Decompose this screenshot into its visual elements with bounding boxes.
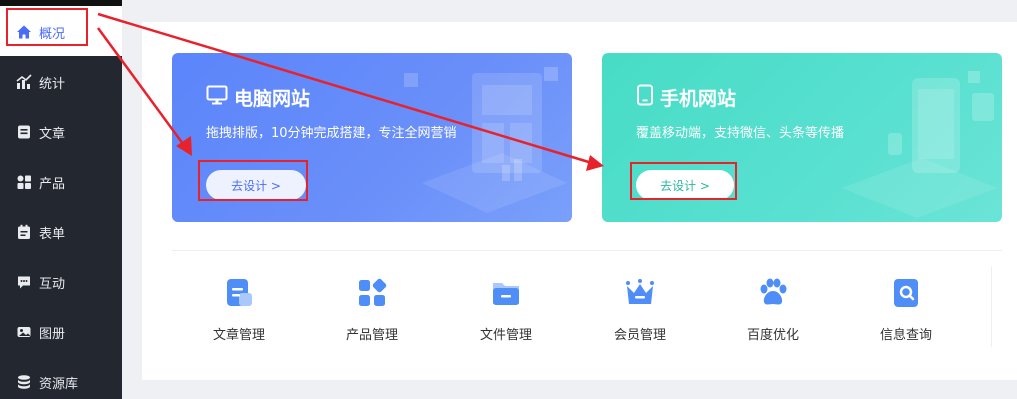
pc-card-description: 拖拽排版，10分钟完成搭建，专注全网营销	[206, 126, 457, 141]
chart-icon	[16, 74, 32, 90]
sidebar-item-album[interactable]: 图册	[0, 307, 122, 357]
sidebar: 概况 统计 文章 产品 表单 互动 图册 资源库	[0, 0, 122, 399]
tool-label: 文章管理	[212, 328, 265, 343]
form-icon	[16, 224, 32, 240]
crown-icon	[623, 276, 657, 310]
folder-icon	[489, 276, 523, 310]
paw-icon	[756, 276, 790, 310]
article-icon	[16, 124, 32, 140]
search-doc-icon	[889, 276, 923, 310]
sidebar-item-interaction[interactable]: 互动	[0, 257, 122, 307]
sidebar-item-resources[interactable]: 资源库	[0, 357, 122, 399]
sidebar-item-articles[interactable]: 文章	[0, 107, 122, 157]
sidebar-item-label: 文章	[39, 126, 66, 142]
tool-baidu-seo[interactable]: 百度优化	[713, 276, 833, 343]
sidebar-item-forms[interactable]: 表单	[0, 207, 122, 257]
mobile-card-title: 手机网站	[636, 84, 736, 111]
sidebar-item-label: 产品	[39, 176, 66, 192]
grid-icon	[16, 174, 32, 190]
sidebar-item-products[interactable]: 产品	[0, 157, 122, 207]
tools-right-divider	[991, 267, 992, 347]
section-divider	[172, 250, 1002, 251]
chat-icon	[16, 274, 32, 290]
mobile-card-title-text: 手机网站	[660, 88, 737, 110]
annotation-box-mobile-button	[630, 162, 737, 200]
phone-icon	[636, 84, 654, 111]
sidebar-item-stats[interactable]: 统计	[0, 57, 122, 107]
sidebar-item-label: 图册	[39, 326, 66, 342]
annotation-box-pc-button	[198, 160, 308, 201]
annotation-box-overview	[6, 8, 88, 46]
monitor-icon	[206, 85, 228, 110]
tool-label: 会员管理	[613, 328, 666, 343]
pc-card-title-text: 电脑网站	[234, 88, 311, 110]
tool-article-management[interactable]: 文章管理	[179, 276, 299, 343]
album-icon	[16, 324, 32, 340]
article-manage-icon	[222, 276, 256, 310]
sidebar-item-label: 表单	[39, 226, 66, 242]
database-icon	[16, 374, 32, 390]
tool-file-management[interactable]: 文件管理	[446, 276, 566, 343]
product-manage-icon	[355, 276, 389, 310]
sidebar-item-label: 统计	[39, 76, 66, 92]
tool-product-management[interactable]: 产品管理	[312, 276, 432, 343]
pc-card-title: 电脑网站	[206, 84, 310, 111]
tool-info-query[interactable]: 信息查询	[846, 276, 966, 343]
tool-label: 产品管理	[345, 328, 398, 343]
tool-member-management[interactable]: 会员管理	[580, 276, 700, 343]
tool-label: 文件管理	[479, 328, 532, 343]
sidebar-item-label: 资源库	[39, 376, 79, 392]
main-panel: 电脑网站 拖拽排版，10分钟完成搭建，专注全网营销 去设计 > 手机网站 覆盖移…	[142, 22, 1017, 380]
mobile-card-description: 覆盖移动端，支持微信、头条等传播	[636, 126, 845, 141]
tool-label: 信息查询	[879, 328, 932, 343]
tool-label: 百度优化	[746, 328, 799, 343]
sidebar-item-label: 互动	[39, 276, 66, 292]
